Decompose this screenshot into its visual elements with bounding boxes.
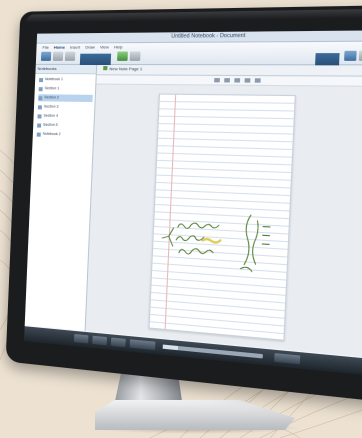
stop-button[interactable] [110, 337, 126, 348]
notebook-item[interactable]: Notebook 1 [39, 76, 94, 84]
notebook-item-label: Notebook 2 [42, 131, 61, 137]
notebook-item[interactable]: Notebook 2 [36, 131, 92, 140]
undo-icon[interactable] [214, 78, 220, 83]
cut-icon[interactable] [52, 51, 64, 61]
page-icon [103, 66, 108, 71]
tab-draw[interactable]: Draw [85, 44, 95, 49]
view-icon[interactable] [344, 50, 357, 61]
section-icon [37, 113, 42, 119]
audio-options-button[interactable] [129, 339, 156, 351]
notebook-icon [39, 77, 44, 82]
section-item-label: Section 5 [43, 122, 58, 127]
highlighter-icon[interactable] [129, 51, 141, 61]
note-page[interactable] [148, 93, 296, 341]
record-button[interactable] [73, 333, 89, 344]
tab-file[interactable]: File [42, 45, 49, 50]
tab-home[interactable]: Home [54, 45, 65, 50]
ribbon-tabs: File Home Insert Draw View Help [42, 44, 122, 50]
notebook-icon [36, 132, 41, 137]
copy-icon[interactable] [64, 51, 76, 61]
zoom-out-icon[interactable] [234, 78, 241, 83]
ribbon-group-tools [117, 51, 141, 61]
tab-help[interactable]: Help [114, 44, 123, 49]
section-item[interactable]: Section 3 [37, 103, 93, 111]
section-item[interactable]: Section 1 [38, 85, 94, 93]
ribbon: File Home Insert Draw View Help [35, 41, 362, 74]
monitor: Untitled Notebook - Document File Home I… [5, 4, 362, 404]
section-item-label: Section 1 [44, 86, 60, 91]
audio-volume-button[interactable] [274, 353, 301, 365]
screen: Untitled Notebook - Document File Home I… [24, 29, 362, 379]
play-button[interactable] [92, 335, 108, 346]
pen-icon[interactable] [117, 51, 128, 61]
section-item-label: Section 2 [44, 95, 59, 100]
redo-icon[interactable] [224, 78, 231, 83]
ribbon-group-view [344, 50, 362, 61]
section-icon [37, 122, 42, 128]
tab-insert[interactable]: Insert [70, 44, 80, 49]
section-icon [38, 95, 43, 100]
bezel-highlight [25, 8, 362, 23]
handwritten-notes [149, 95, 294, 349]
page-toolbar-buttons [214, 78, 261, 83]
notebook-item-label: Notebook 1 [44, 77, 64, 82]
section-icon [37, 104, 42, 109]
document-tab[interactable]: New Note Page 1 [103, 66, 142, 71]
document-tab-label: New Note Page 1 [109, 66, 143, 72]
audio-progress-fill [162, 344, 178, 351]
section-item[interactable]: Section 5 [37, 121, 92, 129]
section-item-label: Section 4 [43, 113, 59, 118]
window-title: Untitled Notebook - Document [171, 32, 246, 40]
section-item-label: Section 3 [43, 104, 59, 109]
section-item-selected[interactable]: Section 2 [38, 94, 93, 103]
page-canvas [85, 84, 362, 361]
paste-icon[interactable] [40, 51, 52, 61]
notebook-pane-header: Notebooks [35, 64, 97, 75]
section-icon [38, 86, 43, 91]
zoom-in-icon[interactable] [244, 78, 251, 83]
audio-progress-track[interactable] [162, 344, 263, 359]
page-view-icon[interactable] [254, 78, 261, 83]
section-item[interactable]: Section 4 [37, 112, 92, 120]
tab-view[interactable]: View [100, 44, 109, 49]
ribbon-group-clipboard [40, 51, 76, 61]
